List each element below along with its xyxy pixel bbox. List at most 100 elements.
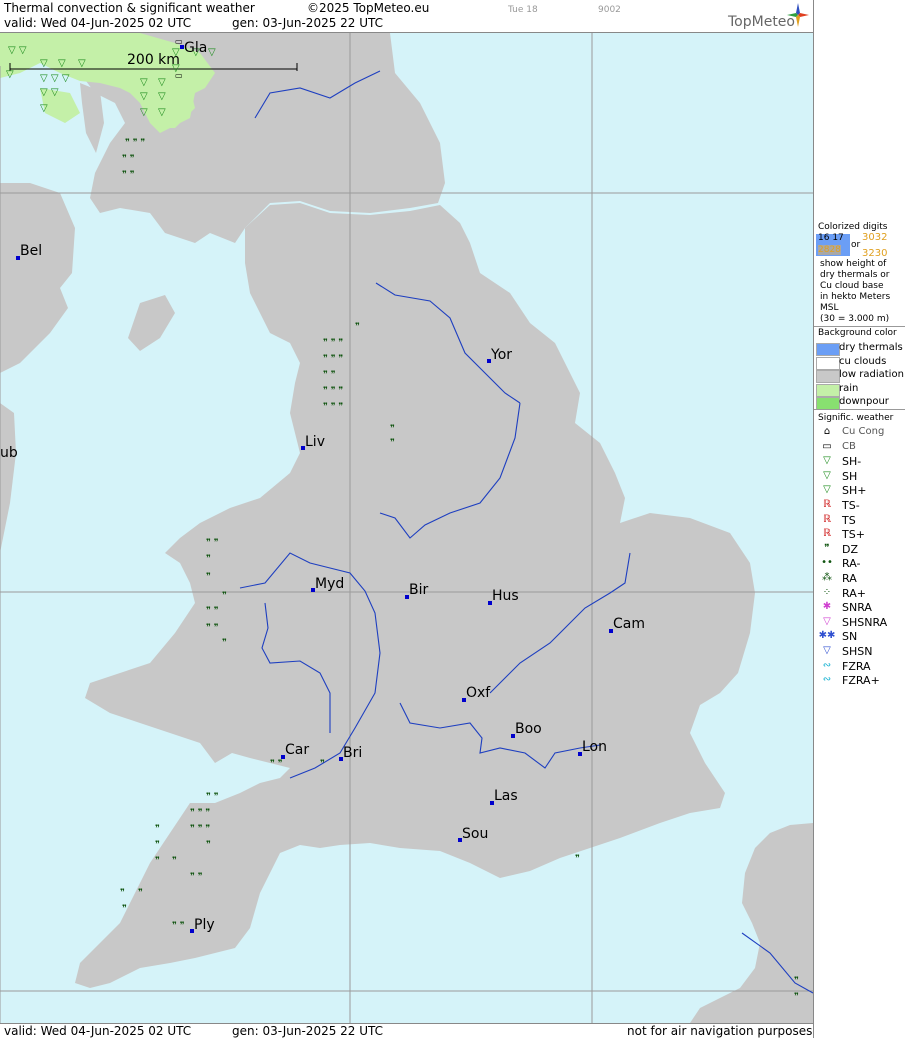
thunderstorm-icon: ℝ bbox=[823, 513, 831, 525]
ireland-south-land bbox=[0, 403, 16, 553]
svg-text:❞: ❞ bbox=[355, 322, 360, 332]
copyright: ©2025 TopMeteo.eu bbox=[307, 1, 430, 15]
svg-text:❞: ❞ bbox=[222, 591, 227, 601]
city-label-yor: Yor bbox=[490, 347, 512, 363]
svg-text:❞ ❞: ❞ ❞ bbox=[206, 792, 219, 802]
city-label-boo: Boo bbox=[515, 721, 542, 737]
svg-text:▽ ▽: ▽ ▽ bbox=[8, 45, 27, 56]
svg-text:▽: ▽ bbox=[158, 77, 166, 88]
legend-wx-cu cong: ⌂ Cu Cong bbox=[814, 425, 905, 439]
svg-text:▽: ▽ bbox=[208, 47, 216, 58]
svg-text:❞: ❞ bbox=[390, 438, 395, 448]
city-label-lon: Lon bbox=[582, 739, 607, 755]
svg-text:❞ ❞: ❞ ❞ bbox=[206, 606, 219, 616]
map-header: Thermal convection & significant weather… bbox=[0, 0, 813, 33]
svg-text:▽: ▽ bbox=[158, 107, 166, 118]
footer-valid-time: valid: Wed 04-Jun-2025 02 UTC bbox=[4, 1024, 192, 1038]
svg-text:❞ ❞ ❞: ❞ ❞ ❞ bbox=[323, 338, 343, 348]
legend-label: SHSN bbox=[842, 645, 873, 658]
digits-swatch: 16 17 2828 bbox=[816, 233, 850, 256]
legend-bg-downpour: downpour bbox=[814, 396, 905, 410]
city-label-gla: Gla bbox=[184, 40, 207, 56]
svg-text:❞: ❞ bbox=[320, 759, 325, 769]
svg-text:▽: ▽ bbox=[78, 58, 86, 69]
svg-text:❞: ❞ bbox=[206, 572, 211, 582]
svg-text:❞: ❞ bbox=[122, 904, 127, 914]
svg-text:❞ ❞ ❞: ❞ ❞ ❞ bbox=[190, 824, 210, 834]
digits-b: 3032 bbox=[862, 232, 888, 243]
city-label-liv: Liv bbox=[305, 434, 325, 450]
color-swatch bbox=[816, 343, 840, 356]
shower-snow-icon: ▽ bbox=[823, 645, 831, 656]
svg-text:❞: ❞ bbox=[206, 840, 211, 850]
legend-label: TS bbox=[842, 513, 856, 527]
city-label-bir: Bir bbox=[409, 582, 428, 598]
city-label-bri: Bri bbox=[343, 745, 362, 761]
legend-wx-cb: ▭ CB bbox=[814, 440, 905, 454]
svg-text:❞: ❞ bbox=[794, 976, 799, 986]
isle-of-man-land bbox=[128, 295, 175, 351]
svg-text:▽: ▽ bbox=[140, 91, 148, 102]
svg-text:▭: ▭ bbox=[175, 71, 183, 80]
rain-light-icon: •• bbox=[821, 557, 833, 569]
ireland-land bbox=[0, 183, 75, 373]
svg-text:▭: ▭ bbox=[175, 37, 183, 46]
svg-text:❞: ❞ bbox=[120, 888, 125, 898]
legend-label: SH+ bbox=[842, 484, 867, 498]
city-label-las: Las bbox=[494, 788, 518, 804]
city-label-oxf: Oxf bbox=[466, 685, 491, 701]
svg-text:▽: ▽ bbox=[58, 58, 66, 69]
legend-panel: Colorized digits 16 17 2828 or 3032 3230… bbox=[813, 0, 905, 1038]
svg-text:❞: ❞ bbox=[155, 840, 160, 850]
city-label-cam: Cam bbox=[613, 616, 645, 632]
cb-icon: ▭ bbox=[822, 440, 832, 452]
legend-wx-ts: ℝ TS bbox=[814, 513, 905, 527]
svg-text:▽: ▽ bbox=[158, 91, 166, 102]
city-label-car: Car bbox=[285, 742, 309, 758]
city-label-hus: Hus bbox=[492, 588, 519, 604]
legend-wx-ra+: ⁘ RA+ bbox=[814, 586, 905, 600]
drizzle-icon: ❞ bbox=[824, 542, 830, 554]
svg-text:❞: ❞ bbox=[390, 424, 395, 434]
legend-label: DZ bbox=[842, 542, 859, 556]
legend-label: FZRA bbox=[842, 659, 871, 673]
svg-text:❞ ❞ ❞: ❞ ❞ ❞ bbox=[190, 808, 210, 818]
rain-icon: ⁂ bbox=[822, 572, 832, 583]
freezing-rain-heavy-icon: ∾ bbox=[822, 674, 832, 686]
city-label-sou: Sou bbox=[462, 826, 488, 842]
legend-wx-fzra+: ∾ FZRA+ bbox=[814, 673, 905, 687]
legend-wx-snra: ✱ SNRA bbox=[814, 600, 905, 614]
valid-time: valid: Wed 04-Jun-2025 02 UTC bbox=[4, 16, 192, 30]
legend-label: cu clouds bbox=[839, 355, 887, 367]
svg-text:❞ ❞: ❞ ❞ bbox=[172, 921, 185, 931]
legend-label: SH- bbox=[842, 455, 862, 469]
svg-text:❞ ❞: ❞ ❞ bbox=[206, 623, 219, 633]
svg-text:❞: ❞ bbox=[138, 888, 143, 898]
brand-name: TopMeteo bbox=[728, 14, 795, 30]
color-swatch bbox=[816, 383, 840, 397]
legend-wx-ts-: ℝ TS- bbox=[814, 498, 905, 512]
weather-title: Signific. weather bbox=[818, 413, 894, 423]
background-title: Background color bbox=[818, 328, 897, 338]
svg-text:❞ ❞: ❞ ❞ bbox=[206, 538, 219, 548]
shower-light-icon: ▽ bbox=[823, 455, 831, 467]
legend-bg-cu-clouds: cu clouds bbox=[814, 355, 905, 370]
svg-text:❞: ❞ bbox=[155, 824, 160, 834]
svg-text:❞: ❞ bbox=[794, 992, 799, 1002]
svg-text:▽: ▽ bbox=[140, 107, 148, 118]
map-footer: valid: Wed 04-Jun-2025 02 UTC gen: 03-Ju… bbox=[0, 1023, 813, 1039]
legend-wx-sh: ▽ SH bbox=[814, 469, 905, 483]
svg-text:❞ ❞: ❞ ❞ bbox=[122, 154, 135, 164]
legend-label: rain bbox=[839, 382, 859, 394]
weather-map[interactable]: 200 km ❞ ❞ ❞ ❞ ❞ ❞ ❞ ❞ ❞ ❞ ❞ ❞ ❞ ❞ ❞ ❞ ❞… bbox=[0, 33, 813, 1023]
rain-heavy-icon: ⁘ bbox=[822, 586, 832, 598]
svg-text:❞ ❞: ❞ ❞ bbox=[122, 170, 135, 180]
svg-text:❞ ❞ ❞: ❞ ❞ ❞ bbox=[125, 138, 145, 148]
shower-heavy-icon: ▽ bbox=[823, 484, 831, 496]
svg-text:❞: ❞ bbox=[155, 856, 160, 866]
legend-label: SNRA bbox=[842, 601, 872, 615]
ghost-code: 9002 bbox=[598, 5, 621, 15]
svg-text:▽: ▽ bbox=[40, 103, 48, 114]
svg-text:❞: ❞ bbox=[575, 854, 580, 864]
legend-label: low radiation bbox=[839, 369, 904, 380]
